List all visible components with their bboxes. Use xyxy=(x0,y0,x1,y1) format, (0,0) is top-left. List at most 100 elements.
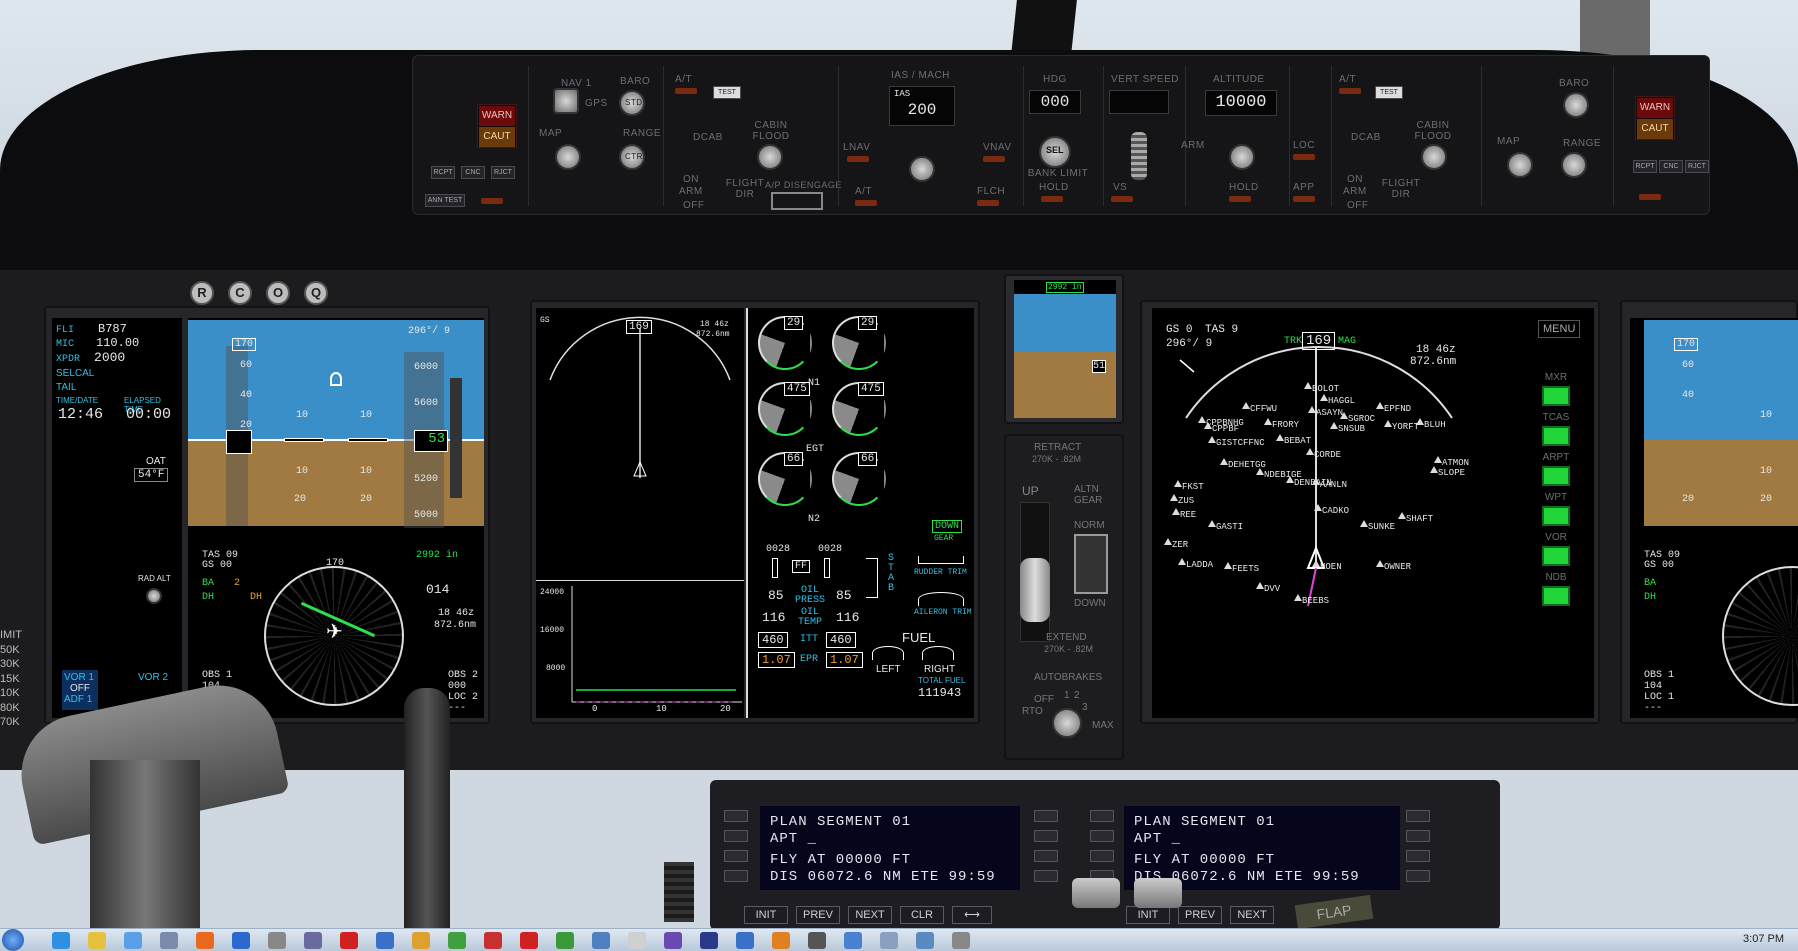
taskbar-app-icon[interactable] xyxy=(592,932,610,949)
right-master-warning[interactable]: WARN CAUT xyxy=(1635,96,1675,140)
vs-thumbwheel[interactable] xyxy=(1131,132,1147,180)
line-select-key[interactable] xyxy=(1406,870,1430,882)
flch-annunciator[interactable] xyxy=(977,200,999,206)
throttle-left[interactable] xyxy=(1072,878,1120,908)
taskbar-app-icon[interactable] xyxy=(160,932,178,949)
taskbar-app-icon[interactable] xyxy=(664,932,682,949)
nd-filter-mxr-button[interactable] xyxy=(1542,386,1570,406)
taskbar-app-icon[interactable] xyxy=(628,932,646,949)
line-select-key[interactable] xyxy=(1090,810,1114,822)
rad-alt-knob[interactable] xyxy=(146,588,162,604)
left-cdu-clr-key[interactable]: CLR xyxy=(900,906,944,924)
view-button-q[interactable]: Q xyxy=(304,281,328,305)
ap-disengage-bar[interactable] xyxy=(771,192,823,210)
caut-light-right[interactable]: CAUT xyxy=(1637,119,1673,139)
taskbar-app-icon[interactable] xyxy=(844,932,862,949)
taskbar-app-icon[interactable] xyxy=(52,932,70,949)
mic-frequency[interactable]: 110.00 xyxy=(96,336,139,350)
taskbar-app-icon[interactable] xyxy=(808,932,826,949)
taskbar-app-icon[interactable] xyxy=(232,932,250,949)
view-button-o[interactable]: O xyxy=(266,281,290,305)
cabin-flood-knob[interactable] xyxy=(757,144,783,170)
taskbar-clock[interactable]: 3:07 PM xyxy=(1743,933,1784,945)
vor2-label[interactable]: VOR 2 xyxy=(138,672,168,683)
taskbar-app-icon[interactable] xyxy=(196,932,214,949)
gear-lever[interactable] xyxy=(1020,558,1050,622)
taskbar-app-icon[interactable] xyxy=(952,932,970,949)
altitude-knob[interactable] xyxy=(1229,144,1255,170)
line-select-key[interactable] xyxy=(1034,850,1058,862)
captain-yoke-handle[interactable] xyxy=(404,688,450,928)
line-select-key[interactable] xyxy=(1406,810,1430,822)
line-select-key[interactable] xyxy=(724,810,748,822)
right-cdu-init-key[interactable]: INIT xyxy=(1126,906,1170,924)
map-mode-right-knob[interactable] xyxy=(1507,152,1533,178)
warn-light-right[interactable]: WARN xyxy=(1637,98,1673,118)
taskbar-app-icon[interactable] xyxy=(700,932,718,949)
nd-filter-ndb-button[interactable] xyxy=(1542,586,1570,606)
rjct-button[interactable]: RJCT xyxy=(491,166,515,179)
cnc-button[interactable]: CNC xyxy=(461,166,485,179)
vor1-box[interactable]: VOR 1 OFF ADF 1 xyxy=(62,670,98,710)
taskbar-app-icon[interactable] xyxy=(520,932,538,949)
rcpt-button[interactable]: RCPT xyxy=(431,166,455,179)
alt-hold-annunciator[interactable] xyxy=(1229,196,1251,202)
taskbar-app-icon[interactable] xyxy=(124,932,142,949)
warn-light[interactable]: WARN xyxy=(479,106,515,126)
line-select-key[interactable] xyxy=(724,850,748,862)
line-select-key[interactable] xyxy=(1406,850,1430,862)
taskbar-app-icon[interactable] xyxy=(412,932,430,949)
caut-light[interactable]: CAUT xyxy=(479,127,515,147)
heading-knob[interactable]: SEL xyxy=(1039,136,1071,168)
nd-filter-tcas-button[interactable] xyxy=(1542,426,1570,446)
throttle-right[interactable] xyxy=(1134,878,1182,908)
taskbar-app-icon[interactable] xyxy=(268,932,286,949)
at-mode-annunciator[interactable] xyxy=(855,200,877,206)
line-select-key[interactable] xyxy=(1090,850,1114,862)
lnav-annunciator[interactable] xyxy=(847,156,869,162)
taskbar-app-icon[interactable] xyxy=(448,932,466,949)
vs-annunciator[interactable] xyxy=(1111,196,1133,202)
right-cdu-prev-key[interactable]: PREV xyxy=(1178,906,1222,924)
speed-knob[interactable] xyxy=(909,156,935,182)
loc-annunciator[interactable] xyxy=(1293,154,1315,160)
taskbar-app-icon[interactable] xyxy=(736,932,754,949)
test-button-right[interactable]: TEST xyxy=(1375,86,1403,99)
view-button-r[interactable]: R xyxy=(190,281,214,305)
nd-filter-wpt-button[interactable] xyxy=(1542,506,1570,526)
obs2-value[interactable]: 000 xyxy=(448,681,478,692)
nd-filter-vor-button[interactable] xyxy=(1542,546,1570,566)
rjct-right-button[interactable]: RJCT xyxy=(1685,160,1709,173)
taskbar-app-icon[interactable] xyxy=(916,932,934,949)
left-cdu-arrow-key[interactable]: ⟷ xyxy=(952,906,992,924)
hdg-hold-annunciator[interactable] xyxy=(1041,196,1063,202)
fo-obs1-value[interactable]: 104 xyxy=(1644,681,1674,692)
taskbar-app-icon[interactable] xyxy=(880,932,898,949)
taskbar-app-icon[interactable] xyxy=(376,932,394,949)
left-master-warning[interactable]: WARN CAUT xyxy=(477,104,517,148)
left-cdu-next-key[interactable]: NEXT xyxy=(848,906,892,924)
view-button-c[interactable]: C xyxy=(228,281,252,305)
baro-right-knob[interactable] xyxy=(1563,92,1589,118)
test-button[interactable]: TEST xyxy=(713,86,741,99)
taskbar-app-icon[interactable] xyxy=(340,932,358,949)
taskbar-app-icon[interactable] xyxy=(304,932,322,949)
nav-selector-knob[interactable] xyxy=(553,88,579,114)
line-select-key[interactable] xyxy=(724,870,748,882)
taskbar-app-icon[interactable] xyxy=(484,932,502,949)
left-cdu-prev-key[interactable]: PREV xyxy=(796,906,840,924)
vnav-annunciator[interactable] xyxy=(983,156,1005,162)
nd-filter-arpt-button[interactable] xyxy=(1542,466,1570,486)
altn-gear-switch[interactable] xyxy=(1074,534,1108,594)
nd-menu-button[interactable]: MENU xyxy=(1538,320,1581,338)
line-select-key[interactable] xyxy=(1034,830,1058,842)
cnc-right-button[interactable]: CNC xyxy=(1659,160,1683,173)
left-cdu-init-key[interactable]: INIT xyxy=(744,906,788,924)
autobrakes-knob[interactable] xyxy=(1052,708,1082,738)
line-select-key[interactable] xyxy=(1034,810,1058,822)
right-cdu-next-key[interactable]: NEXT xyxy=(1230,906,1274,924)
taskbar-app-icon[interactable] xyxy=(556,932,574,949)
xpdr-code[interactable]: 2000 xyxy=(94,350,125,365)
taskbar-app-icon[interactable] xyxy=(88,932,106,949)
range-right-knob[interactable] xyxy=(1561,152,1587,178)
